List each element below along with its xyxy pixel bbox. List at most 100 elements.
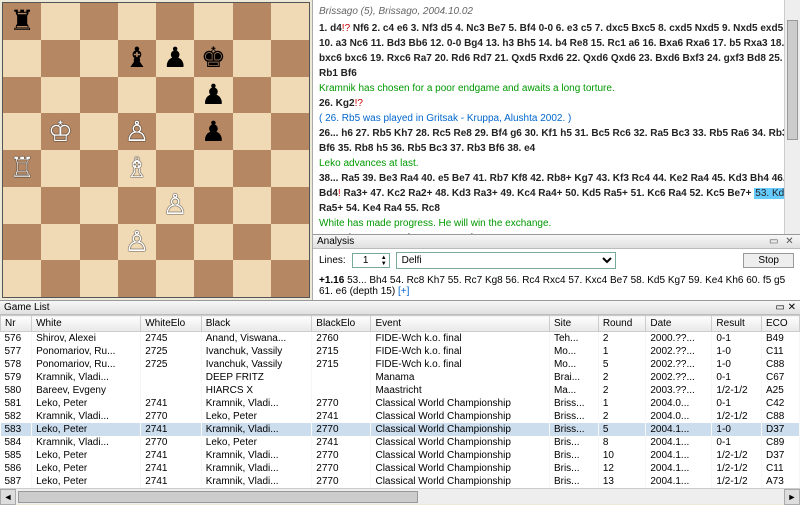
cell[interactable]: Ivanchuk, Vassily — [201, 345, 312, 358]
cell[interactable]: 12 — [598, 462, 646, 475]
move-text[interactable]: 26... h6 27. Rb5 Kh7 28. Rc5 Re8 29. Bf4… — [319, 128, 788, 154]
square-a8[interactable]: ♜ — [3, 3, 41, 40]
cell[interactable]: Classical World Championship — [371, 397, 549, 410]
square-h6[interactable] — [271, 77, 309, 114]
square-c3[interactable] — [80, 187, 118, 224]
square-e7[interactable]: ♟ — [156, 40, 194, 77]
cell[interactable]: C88 — [762, 358, 800, 371]
cell[interactable]: 2715 — [312, 345, 371, 358]
col-eco[interactable]: ECO — [762, 316, 800, 332]
square-a1[interactable] — [3, 260, 41, 297]
cell[interactable]: 2741 — [141, 475, 202, 488]
cell[interactable]: 2770 — [141, 436, 202, 449]
cell[interactable]: 1 — [598, 397, 646, 410]
square-c6[interactable] — [80, 77, 118, 114]
col-nr[interactable]: Nr — [1, 316, 32, 332]
cell[interactable]: Brai... — [549, 371, 598, 384]
cell[interactable]: Mo... — [549, 358, 598, 371]
cell[interactable]: 2741 — [141, 449, 202, 462]
cell[interactable]: 13 — [598, 475, 646, 488]
square-d4[interactable]: ♗ — [118, 150, 156, 187]
square-d7[interactable]: ♝ — [118, 40, 156, 77]
square-a2[interactable] — [3, 224, 41, 261]
square-a4[interactable]: ♖ — [3, 150, 41, 187]
cell[interactable]: Bareev, Evgeny — [32, 384, 141, 397]
table-row[interactable]: 578Ponomariov, Ru...2725Ivanchuk, Vassil… — [1, 358, 800, 371]
cell[interactable]: Kramnik, Vladi... — [32, 410, 141, 423]
cell[interactable]: 2741 — [312, 436, 371, 449]
close-icon[interactable]: ✕ — [788, 302, 796, 313]
square-d8[interactable] — [118, 3, 156, 40]
square-f2[interactable] — [194, 224, 232, 261]
spinner-down-icon[interactable]: ▼ — [379, 261, 389, 267]
cell[interactable]: 2725 — [141, 358, 202, 371]
scrollbar-thumb[interactable] — [18, 491, 418, 503]
square-g6[interactable] — [233, 77, 271, 114]
cell[interactable] — [141, 371, 202, 384]
square-h4[interactable] — [271, 150, 309, 187]
cell[interactable]: Leko, Peter — [32, 449, 141, 462]
cell[interactable]: 2 — [598, 371, 646, 384]
cell[interactable]: 2004.1... — [646, 462, 712, 475]
square-e1[interactable] — [156, 260, 194, 297]
cell[interactable]: D37 — [762, 449, 800, 462]
cell[interactable]: Shirov, Alexei — [32, 332, 141, 346]
cell[interactable]: Leko, Peter — [201, 410, 312, 423]
cell[interactable]: 5 — [598, 423, 646, 436]
cell[interactable]: FIDE-Wch k.o. final — [371, 358, 549, 371]
cell[interactable]: 2741 — [312, 410, 371, 423]
square-g8[interactable] — [233, 3, 271, 40]
square-b3[interactable] — [41, 187, 79, 224]
cell[interactable]: Kramnik, Vladi... — [201, 397, 312, 410]
cell[interactable]: 582 — [1, 410, 32, 423]
col-event[interactable]: Event — [371, 316, 549, 332]
table-row[interactable]: 587Leko, Peter2741Kramnik, Vladi...2770C… — [1, 475, 800, 488]
cell[interactable]: Maastricht — [371, 384, 549, 397]
gamelist-hscrollbar[interactable]: ◄ ► — [0, 488, 800, 504]
cell[interactable]: 2 — [598, 410, 646, 423]
cell[interactable]: C89 — [762, 436, 800, 449]
scroll-left-icon[interactable]: ◄ — [0, 489, 16, 505]
cell[interactable]: 5 — [598, 358, 646, 371]
move-text[interactable]: 26. Kg2 — [319, 98, 355, 109]
square-g1[interactable] — [233, 260, 271, 297]
col-site[interactable]: Site — [549, 316, 598, 332]
cell[interactable]: 2760 — [312, 332, 371, 346]
table-row[interactable]: 586Leko, Peter2741Kramnik, Vladi...2770C… — [1, 462, 800, 475]
cell[interactable]: 2003.??... — [646, 384, 712, 397]
table-row[interactable]: 580Bareev, EvgenyHIARCS XMaastrichtMa...… — [1, 384, 800, 397]
cell[interactable]: 584 — [1, 436, 32, 449]
square-g5[interactable] — [233, 113, 271, 150]
scroll-right-icon[interactable]: ► — [784, 489, 800, 505]
table-row[interactable]: 581Leko, Peter2741Kramnik, Vladi...2770C… — [1, 397, 800, 410]
square-b7[interactable] — [41, 40, 79, 77]
cell[interactable]: Teh... — [549, 332, 598, 346]
cell[interactable]: Classical World Championship — [371, 449, 549, 462]
cell[interactable]: 586 — [1, 462, 32, 475]
cell[interactable] — [312, 384, 371, 397]
cell[interactable]: 587 — [1, 475, 32, 488]
lines-spinner[interactable]: ▲▼ — [352, 253, 390, 268]
cell[interactable]: Bris... — [549, 436, 598, 449]
table-row[interactable]: 577Ponomariov, Ru...2725Ivanchuk, Vassil… — [1, 345, 800, 358]
square-b8[interactable] — [41, 3, 79, 40]
cell[interactable]: B49 — [762, 332, 800, 346]
table-row[interactable]: 579Kramnik, Vladi...DEEP FRITZManamaBrai… — [1, 371, 800, 384]
cell[interactable] — [312, 371, 371, 384]
cell[interactable]: 2770 — [312, 462, 371, 475]
cell[interactable]: Kramnik, Vladi... — [201, 462, 312, 475]
square-c8[interactable] — [80, 3, 118, 40]
cell[interactable]: Kramnik, Vladi... — [201, 449, 312, 462]
col-whiteelo[interactable]: WhiteElo — [141, 316, 202, 332]
table-row[interactable]: 584Kramnik, Vladi...2770Leko, Peter2741C… — [1, 436, 800, 449]
cell[interactable]: 578 — [1, 358, 32, 371]
square-e4[interactable] — [156, 150, 194, 187]
square-h5[interactable] — [271, 113, 309, 150]
table-row[interactable]: 585Leko, Peter2741Kramnik, Vladi...2770C… — [1, 449, 800, 462]
cell[interactable]: 2770 — [312, 475, 371, 488]
cell[interactable]: Bris... — [549, 475, 598, 488]
cell[interactable]: 2004.0... — [646, 397, 712, 410]
cell[interactable]: FIDE-Wch k.o. final — [371, 332, 549, 346]
cell[interactable]: 580 — [1, 384, 32, 397]
cell[interactable]: 0-1 — [712, 332, 762, 346]
